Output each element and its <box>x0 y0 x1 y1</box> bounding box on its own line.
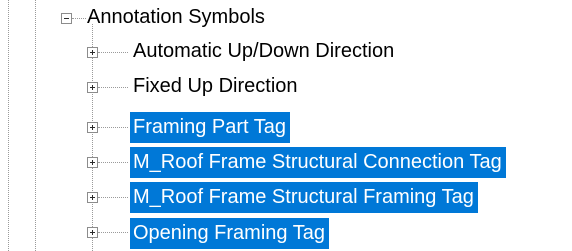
tree-node-framing-part-tag[interactable]: Framing Part Tag <box>130 112 291 143</box>
expand-toggle-opening-framing-tag[interactable] <box>87 227 98 238</box>
expand-toggle-m-roof-frame-structural-framing-tag[interactable] <box>87 192 98 203</box>
expand-toggle-fixed-up-direction[interactable] <box>87 82 98 93</box>
tree-node-fixed-up-direction[interactable]: Fixed Up Direction <box>130 71 302 102</box>
expand-toggle-automatic-up-down-direction[interactable] <box>87 47 98 58</box>
tree-node-automatic-up-down-direction[interactable]: Automatic Up/Down Direction <box>130 36 398 67</box>
expand-toggle-framing-part-tag[interactable] <box>87 122 98 133</box>
tree-guide-line <box>8 0 9 251</box>
tree-node-m-roof-frame-structural-connection-tag[interactable]: M_Roof Frame Structural Connection Tag <box>130 147 506 178</box>
collapse-toggle-annotation-symbols[interactable] <box>61 13 72 24</box>
tree-guide-line <box>35 0 36 251</box>
tree-connector <box>98 197 128 198</box>
tree-connector <box>98 232 128 233</box>
tree-connector <box>98 52 128 53</box>
tree-node-annotation-symbols[interactable]: Annotation Symbols <box>84 2 269 33</box>
tree-connector <box>98 162 128 163</box>
tree-connector <box>98 127 128 128</box>
tree-node-opening-framing-tag[interactable]: Opening Framing Tag <box>130 218 329 249</box>
tree-connector <box>98 87 128 88</box>
tree-guide-line <box>92 24 93 251</box>
expand-toggle-m-roof-frame-structural-connection-tag[interactable] <box>87 157 98 168</box>
tree-view[interactable]: Annotation Symbols Automatic Up/Down Dir… <box>0 0 572 251</box>
tree-node-m-roof-frame-structural-framing-tag[interactable]: M_Roof Frame Structural Framing Tag <box>130 182 478 213</box>
